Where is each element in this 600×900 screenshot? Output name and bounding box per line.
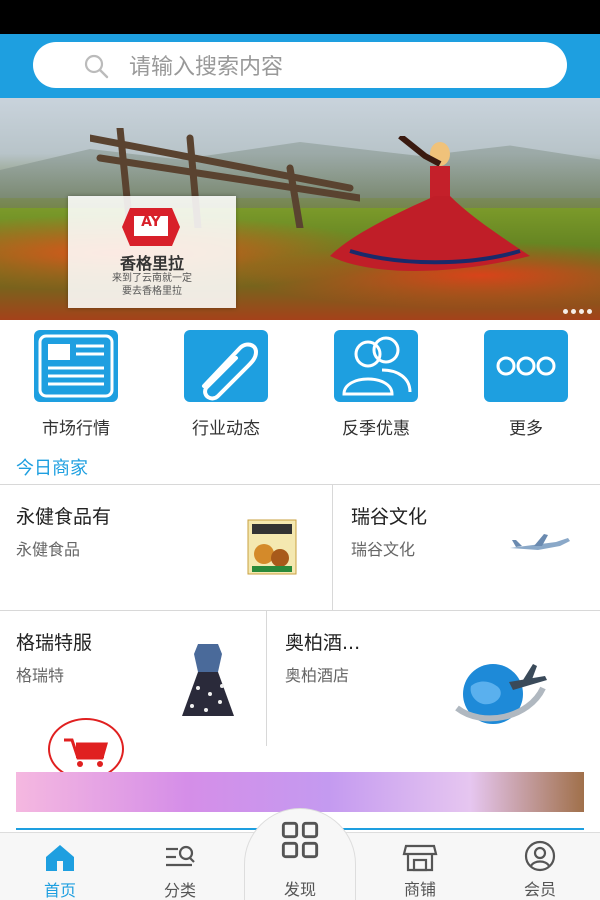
airplane-image <box>510 534 570 550</box>
tab-home[interactable]: 首页 <box>0 833 120 900</box>
merchant-subtitle: 格瑞特 <box>16 666 65 685</box>
quick-nav-label: 行业动态 <box>192 419 260 439</box>
merchant-card[interactable]: 格瑞特服 格瑞特 <box>0 612 265 746</box>
quick-nav-label: 更多 <box>509 419 543 439</box>
category-search-icon <box>166 845 195 867</box>
cart-icon <box>64 738 108 767</box>
merchant-name: 永健食品有 <box>16 506 112 528</box>
banner-dancer-image <box>330 136 530 271</box>
banner-carousel[interactable]: AY 香格里拉 来到了云南就一定 要去香格里拉 <box>0 98 600 320</box>
search-box[interactable]: 请输入搜索内容 <box>33 42 567 88</box>
merchant-card[interactable]: 瑞谷文化 瑞谷文化 <box>333 486 600 610</box>
quick-nav-more[interactable]: 更多 <box>470 330 580 439</box>
cart-button[interactable] <box>48 718 124 780</box>
merchant-name: 奥柏酒... <box>285 632 361 654</box>
quick-nav-industry[interactable]: 行业动态 <box>170 330 280 439</box>
tab-category[interactable]: 分类 <box>120 833 240 900</box>
search-icon <box>84 54 109 79</box>
quick-nav-market[interactable]: 市场行情 <box>20 330 130 439</box>
home-icon <box>46 845 74 871</box>
merchant-card[interactable]: 奥柏酒... 奥柏酒店 <box>267 612 600 746</box>
banner-subtitle: 来到了云南就一定 要去香格里拉 <box>112 273 192 297</box>
banner-title: 香格里拉 <box>119 254 184 273</box>
quick-nav-label: 反季优惠 <box>342 419 410 439</box>
merchant-card[interactable]: 永健食品有 永健食品 <box>0 486 331 610</box>
merchant-divider <box>0 484 600 485</box>
quick-nav: 市场行情 行业动态 反季优惠 更多 <box>0 322 600 439</box>
snack-package-image <box>247 519 297 575</box>
tab-label: 发现 <box>283 880 316 899</box>
search-input[interactable]: 请输入搜索内容 <box>129 42 549 88</box>
users-icon <box>334 330 418 402</box>
store-icon <box>402 844 438 872</box>
merchant-divider <box>0 610 600 611</box>
tab-label: 会员 <box>523 880 556 899</box>
globe-airplane-image <box>455 664 547 724</box>
merchant-subtitle: 永健食品 <box>16 540 81 559</box>
quick-nav-label: 市场行情 <box>42 419 110 439</box>
carousel-dots <box>563 309 592 314</box>
merchant-subtitle: 瑞谷文化 <box>351 540 416 559</box>
banner-promo-card[interactable]: AY 香格里拉 来到了云南就一定 要去香格里拉 <box>68 196 236 308</box>
tab-label: 首页 <box>43 881 76 900</box>
tab-store[interactable]: 商铺 <box>360 832 480 900</box>
dress-image <box>182 644 234 716</box>
section-title: 今日商家 <box>16 458 88 479</box>
more-dots-icon <box>484 330 568 402</box>
user-circle-icon <box>524 840 556 872</box>
paperclip-icon <box>184 330 268 402</box>
merchant-name: 瑞谷文化 <box>351 506 428 528</box>
header: 请输入搜索内容 <box>0 34 600 98</box>
tab-label: 商铺 <box>403 880 436 899</box>
tab-discover[interactable]: 发现 <box>240 821 360 900</box>
status-bar <box>0 0 600 34</box>
quick-nav-offseason[interactable]: 反季优惠 <box>320 330 430 439</box>
merchant-name: 格瑞特服 <box>16 632 93 654</box>
tab-member[interactable]: 会员 <box>480 832 600 900</box>
tab-label: 分类 <box>163 881 196 900</box>
grid-icon <box>281 821 319 859</box>
newspaper-icon <box>34 330 118 402</box>
merchant-subtitle: 奥柏酒店 <box>285 666 350 685</box>
promo-banner[interactable] <box>16 772 584 812</box>
banner-logo-text: AY <box>141 214 161 230</box>
